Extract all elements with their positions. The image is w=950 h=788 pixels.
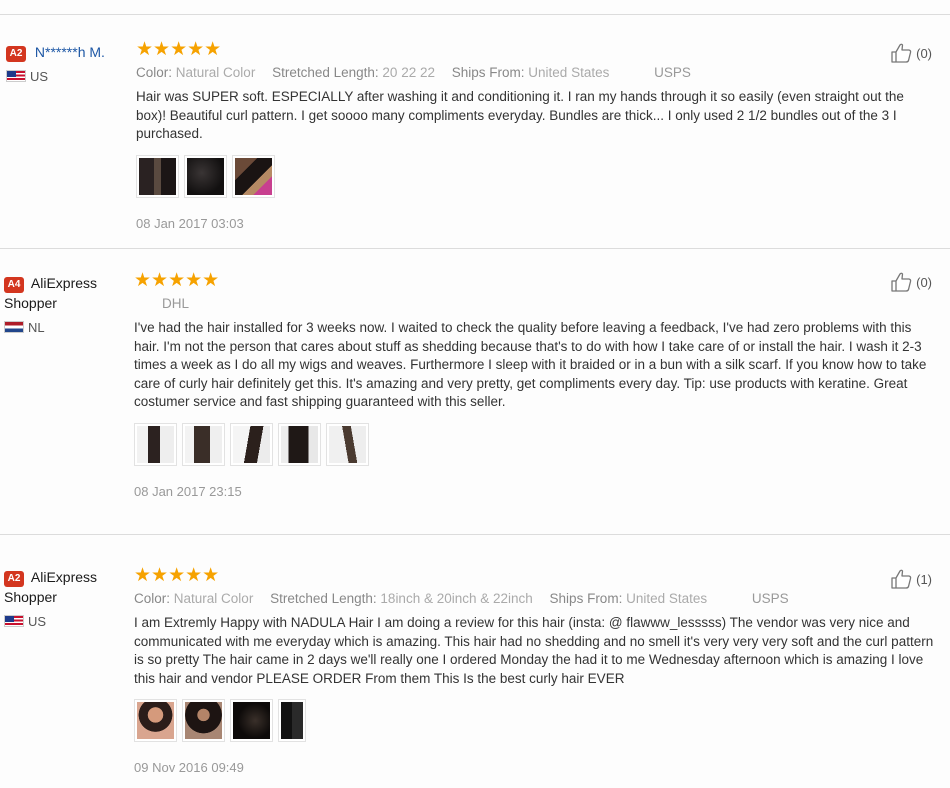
order-attributes: DHL xyxy=(134,295,934,313)
shipping-method: USPS xyxy=(751,591,789,606)
helpful-button[interactable]: (0) xyxy=(891,272,932,292)
nl-flag-icon xyxy=(4,321,24,333)
reviewer-name: N******h M. xyxy=(34,44,105,60)
review-photo-thumbnail[interactable] xyxy=(134,422,177,466)
star-rating: ★★★★★ xyxy=(134,270,220,291)
review-text: I am Extremly Happy with NADULA Hair I a… xyxy=(134,615,934,686)
review-photo-thumbnail[interactable] xyxy=(278,699,306,742)
helpful-button[interactable]: (0) xyxy=(891,43,932,63)
review-photo-thumbnail[interactable] xyxy=(278,422,321,466)
review-item: A2 N******h M. US ★★★★★ Color: Natural C… xyxy=(0,14,950,248)
review-date: 08 Jan 2017 03:03 xyxy=(136,215,244,231)
thumbs-up-icon xyxy=(891,272,912,292)
review-item: A2 AliExpress Shopper US ★★★★★ Color: Na… xyxy=(0,534,950,788)
review-content: ★★★★★ DHL I've had the hair installed fo… xyxy=(134,271,934,499)
helpful-button[interactable]: (1) xyxy=(891,569,932,589)
review-item: A4 AliExpress Shopper NL ★★★★★ DHL I've … xyxy=(0,248,950,534)
review-date: 09 Nov 2016 09:49 xyxy=(134,760,244,775)
reviewer-info: A2 AliExpress Shopper US xyxy=(4,567,129,630)
review-text: Hair was SUPER soft. ESPECIALLY after wa… xyxy=(136,89,904,141)
review-photo-thumbnail[interactable] xyxy=(326,422,369,466)
review-photos xyxy=(136,154,936,201)
thumbs-up-icon xyxy=(891,569,912,589)
review-content: ★★★★★ Color: Natural Color Stretched Len… xyxy=(134,566,934,775)
reviewer-country: US xyxy=(6,69,131,85)
review-photo-thumbnail[interactable] xyxy=(230,699,273,742)
thumbs-up-icon xyxy=(891,43,912,63)
buyer-level-badge: A2 xyxy=(6,46,26,62)
review-photo-thumbnail[interactable] xyxy=(230,422,273,466)
review-photo-thumbnail[interactable] xyxy=(232,154,275,198)
us-flag-icon xyxy=(6,70,26,82)
review-photo-thumbnail[interactable] xyxy=(136,154,179,198)
us-flag-icon xyxy=(4,615,24,627)
review-date: 08 Jan 2017 23:15 xyxy=(134,483,242,499)
helpful-count: (0) xyxy=(916,45,932,61)
reviewer-country: NL xyxy=(4,320,129,336)
review-photo-thumbnail[interactable] xyxy=(182,699,225,742)
reviewer-country: US xyxy=(4,614,129,630)
order-attributes: Color: Natural Color Stretched Length: 2… xyxy=(136,65,691,80)
helpful-count: (1) xyxy=(916,571,932,587)
review-photos xyxy=(134,699,934,745)
reviewer-info: A2 N******h M. US xyxy=(6,42,131,85)
buyer-level-badge: A4 xyxy=(4,277,24,293)
reviewer-info: A4 AliExpress Shopper NL xyxy=(4,273,129,336)
review-photos xyxy=(134,422,934,469)
star-rating: ★★★★★ xyxy=(134,565,220,586)
star-rating: ★★★★★ xyxy=(136,39,222,60)
shipping-method: USPS xyxy=(654,65,691,80)
review-content: ★★★★★ Color: Natural Color Stretched Len… xyxy=(136,40,936,231)
order-attributes: Color: Natural Color Stretched Length: 1… xyxy=(134,591,789,606)
review-photo-thumbnail[interactable] xyxy=(184,154,227,198)
review-photo-thumbnail[interactable] xyxy=(134,699,177,742)
buyer-level-badge: A2 xyxy=(4,571,24,587)
review-text: I've had the hair installed for 3 weeks … xyxy=(134,320,927,409)
shipping-method: DHL xyxy=(162,296,190,311)
review-photo-thumbnail[interactable] xyxy=(182,422,225,466)
helpful-count: (0) xyxy=(916,274,932,290)
